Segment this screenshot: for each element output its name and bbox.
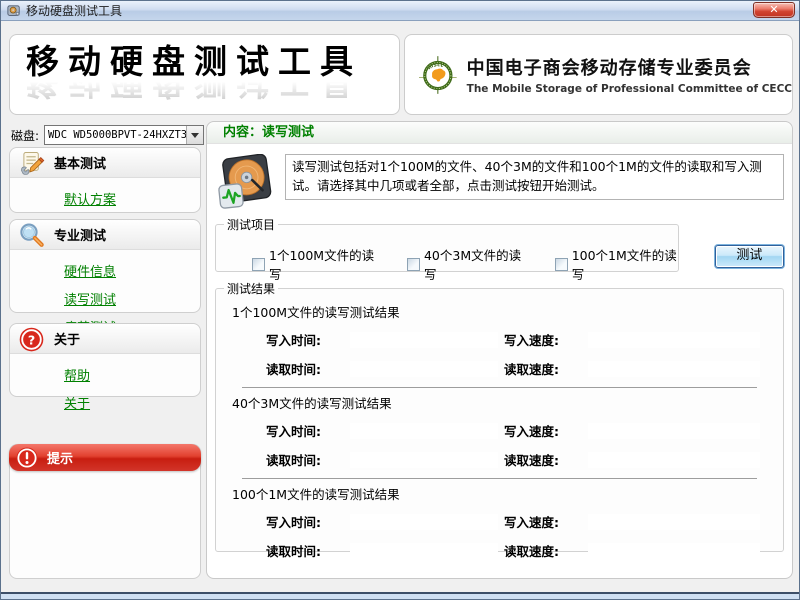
test-button[interactable]: 测试 [715,245,784,268]
write-speed-value [588,423,760,439]
checkbox-box-icon[interactable] [252,258,265,271]
read-speed-value [588,361,760,377]
checkbox-3m-files[interactable]: 40个3M文件的读写 [407,245,523,283]
chevron-down-icon [191,133,199,138]
organization-names: 中国电子商会移动存储专业委员会 The Mobile Storage of Pr… [467,54,792,95]
result-section-100m: 1个100M文件的读写测试结果 写入时间: 写入速度: 读取时间: 读取速度: [216,302,783,378]
write-time-value [350,514,498,530]
mscc-logo-icon: mscc [419,40,457,110]
read-speed-label: 读取速度: [504,450,582,469]
disk-label: 磁盘: [11,127,39,144]
checkbox-1m-files[interactable]: 100个1M文件的读写 [555,245,678,283]
panel-basic-test-header: 基本测试 [10,148,200,178]
panel-basic-test-title: 基本测试 [54,153,106,172]
test-items-group: 测试项目 1个100M文件的读写 40个3M文件的读写 100个1M文件的读写 [215,216,679,272]
read-time-value [350,543,498,559]
titlebar: 移动硬盘测试工具 ✕ [1,1,799,21]
test-description: 读写测试包括对1个100M的文件、40个3M的文件和100个1M的文件的读取和写… [285,154,784,200]
panel-basic-test: 基本测试 默认方案 [9,147,201,213]
write-time-label: 写入时间: [266,512,344,531]
window-title: 移动硬盘测试工具 [26,2,122,19]
checkbox-box-icon[interactable] [407,258,420,271]
link-about[interactable]: 关于 [64,393,200,412]
checkbox-1m-label: 100个1M文件的读写 [572,245,678,283]
panel-tip-header: 提示 [9,444,201,471]
hard-disk-icon [217,154,273,210]
read-speed-value [588,452,760,468]
write-speed-label: 写入速度: [504,421,582,440]
svg-text:?: ? [28,333,35,348]
close-button[interactable]: ✕ [753,2,795,18]
app-title-reflection: 移动硬盘测试工具 [26,75,399,101]
link-help[interactable]: 帮助 [64,365,200,384]
write-speed-label: 写入速度: [504,512,582,531]
panel-about-header: ? 关于 [10,324,200,354]
link-hardware-info[interactable]: 硬件信息 [64,261,200,280]
panel-professional-test-header: 专业测试 [10,220,200,250]
result-section-title: 40个3M文件的读写测试结果 [232,393,783,412]
window-bottom-frame [1,592,799,599]
read-time-label: 读取时间: [266,541,344,560]
disk-dropdown-value: WDC WD5000BPVT-24HXZT3 [45,129,186,141]
notes-pencil-icon [18,150,45,177]
write-speed-value [588,332,760,348]
content-panel: 内容：读写测试 读写测试包括对1个100M的文件、40个3M的文件和100个1 [206,121,793,579]
read-speed-label: 读取速度: [504,541,582,560]
write-time-value [350,332,498,348]
magnifier-icon [18,222,45,249]
write-speed-label: 写入速度: [504,330,582,349]
test-results-group: 测试结果 1个100M文件的读写测试结果 写入时间: 写入速度: 读取时间: 读… [215,280,784,552]
result-section-1m: 100个1M文件的读写测试结果 写入时间: 写入速度: 读取时间: 读取速度: [216,484,783,560]
panel-tip-title: 提示 [47,448,73,467]
result-section-title: 1个100M文件的读写测试结果 [232,302,783,321]
test-items-legend: 测试项目 [224,216,278,233]
organization-name-en: The Mobile Storage of Professional Commi… [467,83,792,95]
section-divider [242,387,757,388]
checkbox-3m-label: 40个3M文件的读写 [424,245,523,283]
checkbox-100m-label: 1个100M文件的读写 [269,245,375,283]
read-speed-value [588,543,760,559]
checkbox-100m-file[interactable]: 1个100M文件的读写 [252,245,375,283]
link-default-plan[interactable]: 默认方案 [64,189,200,208]
disk-selector-row: 磁盘: WDC WD5000BPVT-24HXZT3 [11,125,204,145]
write-time-label: 写入时间: [266,421,344,440]
app-title-banner: 移动硬盘测试工具 移动硬盘测试工具 [9,34,400,115]
panel-about-title: 关于 [54,329,80,348]
panel-tip: 提示 [9,444,201,579]
write-time-value [350,423,498,439]
read-time-label: 读取时间: [266,359,344,378]
checkbox-box-icon[interactable] [555,258,568,271]
result-section-3m: 40个3M文件的读写测试结果 写入时间: 写入速度: 读取时间: 读取速度: [216,393,783,469]
read-time-value [350,361,498,377]
test-results-legend: 测试结果 [224,280,278,297]
read-time-label: 读取时间: [266,450,344,469]
write-time-label: 写入时间: [266,330,344,349]
result-section-title: 100个1M文件的读写测试结果 [232,484,783,503]
link-read-write-test[interactable]: 读写测试 [64,289,200,308]
section-divider [242,478,757,479]
app-hard-drive-icon [7,4,21,18]
panel-about: ? 关于 帮助 关于 [9,323,201,397]
disk-dropdown[interactable]: WDC WD5000BPVT-24HXZT3 [44,125,204,145]
panel-professional-test: 专业测试 硬件信息 读写测试 疲劳测试 [9,219,201,313]
dropdown-arrow-button[interactable] [186,126,203,144]
organization-name-cn: 中国电子商会移动存储专业委员会 [467,54,792,80]
read-speed-label: 读取速度: [504,359,582,378]
app-window: 移动硬盘测试工具 ✕ 移动硬盘测试工具 移动硬盘测试工具 mscc 中国电子商会… [0,0,800,600]
panel-professional-test-title: 专业测试 [54,225,106,244]
content-header: 内容：读写测试 [207,122,792,144]
question-badge-icon: ? [18,326,45,353]
exclamation-badge-icon [15,446,39,470]
read-time-value [350,452,498,468]
write-speed-value [588,514,760,530]
organization-banner: mscc 中国电子商会移动存储专业委员会 The Mobile Storage … [404,34,793,115]
